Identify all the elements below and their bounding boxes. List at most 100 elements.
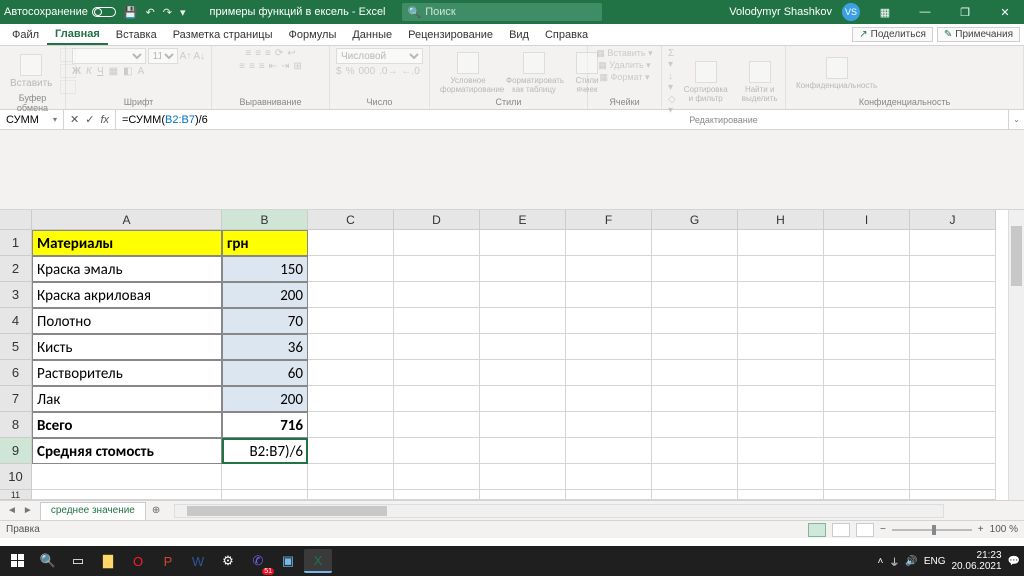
tab-home[interactable]: Главная xyxy=(47,25,108,45)
align-left-icon[interactable]: ≡ xyxy=(239,61,245,72)
cell-J3[interactable] xyxy=(910,282,996,308)
add-sheet-button[interactable]: ⊕ xyxy=(146,505,166,516)
paste-button[interactable]: Вставить xyxy=(6,52,56,91)
view-normal-icon[interactable] xyxy=(808,523,826,537)
inc-decimal-icon[interactable]: .0→ xyxy=(379,66,397,77)
decrease-font-icon[interactable]: A↓ xyxy=(193,51,205,62)
cell-J1[interactable] xyxy=(910,230,996,256)
tab-review[interactable]: Рецензирование xyxy=(400,26,501,44)
cell-G11[interactable] xyxy=(652,490,738,500)
cell-H7[interactable] xyxy=(738,386,824,412)
select-all-corner[interactable] xyxy=(0,210,32,230)
cell-B8[interactable]: 716 xyxy=(222,412,308,438)
currency-icon[interactable]: $ xyxy=(336,66,342,77)
tab-formulas[interactable]: Формулы xyxy=(280,26,344,44)
sheet-tab-active[interactable]: среднее значение xyxy=(40,502,146,520)
zoom-level[interactable]: 100 % xyxy=(990,524,1018,535)
cell-H6[interactable] xyxy=(738,360,824,386)
tab-file[interactable]: Файл xyxy=(4,26,47,44)
indent-dec-icon[interactable]: ⇤ xyxy=(269,61,277,72)
view-page-layout-icon[interactable] xyxy=(832,523,850,537)
cell-G8[interactable] xyxy=(652,412,738,438)
cell-D3[interactable] xyxy=(394,282,480,308)
col-header-J[interactable]: J xyxy=(910,210,996,230)
language-indicator[interactable]: ENG xyxy=(924,556,946,567)
font-size-select[interactable]: 11 xyxy=(148,48,178,64)
cell-F5[interactable] xyxy=(566,334,652,360)
cell-F2[interactable] xyxy=(566,256,652,282)
cell-A1[interactable]: Материалы xyxy=(32,230,222,256)
cell-E11[interactable] xyxy=(480,490,566,500)
sort-filter-button[interactable]: Сортировка и фильтр xyxy=(680,59,732,105)
cell-A10[interactable] xyxy=(32,464,222,490)
network-icon[interactable]: ⏚ xyxy=(889,554,899,569)
col-header-G[interactable]: G xyxy=(652,210,738,230)
formula-input[interactable]: =СУММ(B2:B7)/6 xyxy=(116,110,1008,129)
cell-I1[interactable] xyxy=(824,230,910,256)
cell-I10[interactable] xyxy=(824,464,910,490)
cell-D6[interactable] xyxy=(394,360,480,386)
cell-E10[interactable] xyxy=(480,464,566,490)
cell-A9[interactable]: Средняя стомость xyxy=(32,438,222,464)
cell-G7[interactable] xyxy=(652,386,738,412)
cell-A2[interactable]: Краска эмаль xyxy=(32,256,222,282)
cell-B7[interactable]: 200 xyxy=(222,386,308,412)
cell-D1[interactable] xyxy=(394,230,480,256)
cell-F4[interactable] xyxy=(566,308,652,334)
cell-B5[interactable]: 36 xyxy=(222,334,308,360)
cell-H11[interactable] xyxy=(738,490,824,500)
cancel-formula-icon[interactable]: ✕ xyxy=(70,113,79,126)
word-icon[interactable]: W xyxy=(184,549,212,573)
cell-D7[interactable] xyxy=(394,386,480,412)
cell-G3[interactable] xyxy=(652,282,738,308)
wrap-text-icon[interactable]: ↩ xyxy=(287,48,295,59)
cell-D9[interactable] xyxy=(394,438,480,464)
col-header-F[interactable]: F xyxy=(566,210,652,230)
cell-I8[interactable] xyxy=(824,412,910,438)
border-icon[interactable]: ▦ xyxy=(109,66,118,77)
row-header-5[interactable]: 5 xyxy=(0,334,32,360)
cell-C6[interactable] xyxy=(308,360,394,386)
autosave-toggle[interactable]: Автосохранение xyxy=(4,6,116,18)
cell-A6[interactable]: Растворитель xyxy=(32,360,222,386)
volume-icon[interactable]: 🔊 xyxy=(905,556,917,567)
cell-J8[interactable] xyxy=(910,412,996,438)
undo-icon[interactable]: ↶ xyxy=(146,6,155,19)
cell-F6[interactable] xyxy=(566,360,652,386)
search-taskbar-icon[interactable]: 🔍 xyxy=(34,549,62,573)
cell-A11[interactable] xyxy=(32,490,222,500)
share-button[interactable]: Поделиться xyxy=(852,27,933,42)
cell-B2[interactable]: 150 xyxy=(222,256,308,282)
tab-insert[interactable]: Вставка xyxy=(108,26,165,44)
sheet-next-icon[interactable]: ► xyxy=(20,505,36,516)
row-header-10[interactable]: 10 xyxy=(0,464,32,490)
col-header-C[interactable]: C xyxy=(308,210,394,230)
cell-B11[interactable] xyxy=(222,490,308,500)
powerpoint-icon[interactable]: P xyxy=(154,549,182,573)
zoom-slider[interactable] xyxy=(892,529,972,531)
cell-G10[interactable] xyxy=(652,464,738,490)
zoom-in-icon[interactable]: + xyxy=(978,524,984,535)
number-format-select[interactable]: Числовой xyxy=(336,48,423,64)
explorer-icon[interactable]: ▇ xyxy=(94,549,122,573)
cell-C4[interactable] xyxy=(308,308,394,334)
cell-G5[interactable] xyxy=(652,334,738,360)
taskbar-clock[interactable]: 21:23 20.06.2021 xyxy=(951,550,1001,572)
cell-B9[interactable]: B2:B7)/6 xyxy=(222,438,308,464)
cell-D5[interactable] xyxy=(394,334,480,360)
clear-icon[interactable]: ◇ ▾ xyxy=(668,94,676,116)
save-icon[interactable]: 💾 xyxy=(124,6,138,19)
cell-H1[interactable] xyxy=(738,230,824,256)
cell-F9[interactable] xyxy=(566,438,652,464)
search-box[interactable]: 🔍 Поиск xyxy=(402,3,602,21)
cell-I9[interactable] xyxy=(824,438,910,464)
user-name[interactable]: Volodymyr Shashkov xyxy=(729,6,832,18)
spreadsheet-grid[interactable]: ABCDEFGHIJ 1234567891011 МатериалыгрнКра… xyxy=(0,210,1024,500)
cell-C9[interactable] xyxy=(308,438,394,464)
comma-icon[interactable]: 000 xyxy=(358,66,375,77)
row-header-4[interactable]: 4 xyxy=(0,308,32,334)
align-bottom-icon[interactable]: ≡ xyxy=(265,48,271,59)
tab-page-layout[interactable]: Разметка страницы xyxy=(165,26,281,44)
row-header-6[interactable]: 6 xyxy=(0,360,32,386)
row-header-2[interactable]: 2 xyxy=(0,256,32,282)
